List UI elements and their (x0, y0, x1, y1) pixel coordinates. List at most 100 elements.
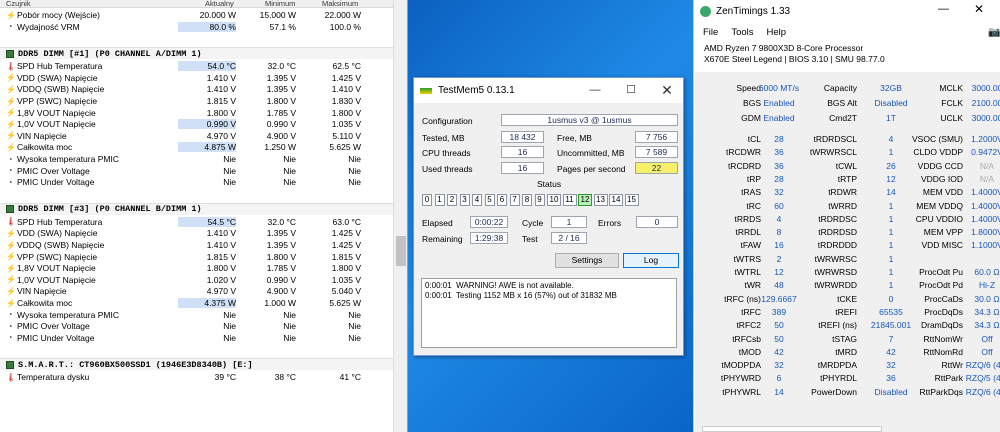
log-textarea[interactable]: 0:00:01 WARNING! AWE is not available. 0… (421, 278, 677, 348)
column-header-current[interactable]: Aktualny (205, 0, 234, 8)
voltage-icon: ⚡ (6, 228, 16, 238)
sensor-row[interactable]: ◔ PMIC Under Voltage Nie Nie Nie (0, 332, 393, 344)
sensor-row[interactable]: ⚡ Pobór mocy (Wejście) 20.000 W 15.000 W 22.… (0, 9, 393, 21)
camera-icon[interactable]: 📷 (988, 27, 1000, 38)
timing-value: 3000.00 (971, 113, 1000, 123)
sensor-row[interactable]: ⚡ VPP (SWC) Napięcie 1.815 V 1.800 V 1.815 V (0, 251, 393, 263)
sensor-row[interactable]: ◔ Wydajność VRM 80.0 % 57.1 % 100.0 % (0, 21, 393, 33)
sensor-group-header[interactable]: DDR5 DIMM [#1] (P0 CHANNEL A/DIMM 1) (0, 47, 393, 60)
settings-button[interactable]: Settings (555, 253, 619, 268)
minimize-icon[interactable]: — (577, 78, 613, 103)
timing-value: 2100.00 (971, 98, 1000, 108)
status-cell: 1 (434, 194, 445, 206)
timing-label: MEM VDD (922, 187, 963, 198)
sensor-maximum: 1.800 V (331, 107, 361, 118)
timing-row: tRCDRD 36 tCWL 26 VDDG CCD N/A (695, 159, 1000, 173)
timing-label: tWTRS (733, 253, 761, 264)
sensor-row[interactable]: ⚡ 1,8V VOUT Napięcie 1.800 V 1.785 V 1.800 V (0, 107, 393, 119)
timing-value: 0.9472V (971, 147, 1000, 158)
sensor-group-header[interactable]: DDR5 DIMM [#3] (P0 CHANNEL B/DIMM 1) (0, 202, 393, 215)
sensor-row[interactable]: ⚡ VDDQ (SWB) Napięcie 1.410 V 1.395 V 1.410 … (0, 83, 393, 95)
hwinfo-sensors-window: Czujnik Aktualny Minimum Maksimum ⚡ Pobór… (0, 0, 408, 432)
timing-label: DramDqDs (920, 320, 963, 331)
sensor-row[interactable]: ⚡ 1,0V VOUT Napięcie 1.020 V 0.990 V 1.035 V (0, 274, 393, 286)
sensor-row[interactable]: ◔ PMIC Over Voltage Nie Nie Nie (0, 165, 393, 177)
scrollbar-thumb[interactable] (396, 236, 406, 266)
system-info: AMD Ryzen 7 9800X3D 8-Core Processor X67… (704, 43, 885, 65)
sensor-minimum: 0.990 V (266, 274, 296, 285)
test-value: 2 / 16 (551, 232, 587, 244)
configuration-field[interactable]: 1usmus v3 @ 1usmus (501, 114, 678, 126)
timing-value: Off (981, 346, 993, 357)
sensor-row[interactable]: ◔ Wysoka temperatura PMIC Nie Nie Nie (0, 153, 393, 165)
sensor-maximum: 5.040 V (331, 286, 361, 297)
sensor-row[interactable]: ⚡ VIN Napięcie 4.970 V 4.900 V 5.110 V (0, 130, 393, 142)
scrollbar[interactable] (393, 0, 407, 432)
close-icon[interactable]: ✕ (649, 78, 685, 103)
timing-value: 42 (774, 346, 784, 357)
maximize-icon[interactable]: ☐ (613, 78, 649, 103)
timing-row: Speed 6000 MT/s Capacity 32GB MCLK 3000.00 (695, 81, 1000, 95)
timing-value: N/A (979, 160, 995, 171)
sensor-label-text: SPD Hub Temperatura (17, 216, 103, 227)
menu-file[interactable]: File (703, 27, 718, 38)
timing-value: 1.4000V (971, 187, 1000, 198)
sensor-row[interactable]: ⚡ VPP (SWC) Napięcie 1.815 V 1.800 V 1.830 V (0, 95, 393, 107)
sensor-row[interactable]: ⚡ 1,0V VOUT Napięcie 0.990 V 0.990 V 1.035 V (0, 118, 393, 130)
menu-tools[interactable]: Tools (731, 27, 753, 38)
timing-label: tRCDWR (726, 147, 761, 158)
uncommitted-label: Uncommitted, MB (557, 148, 625, 158)
sensor-label-text: PMIC Under Voltage (17, 177, 95, 188)
sensor-minimum: Nie (283, 309, 296, 320)
column-header-minimum[interactable]: Minimum (265, 0, 295, 8)
column-header-sensor[interactable]: Czujnik (6, 0, 31, 8)
timing-label: tWRWRSCL (809, 147, 857, 158)
sensor-group-header[interactable]: S.M.A.R.T.: CT960BX500SSD1 (1946E3D8340B… (0, 358, 393, 371)
sensor-row[interactable]: ⚡ VDD (SWA) Napięcie 1.410 V 1.395 V 1.425 V (0, 227, 393, 239)
thermometer-icon: 🌡 (6, 217, 17, 227)
log-button[interactable]: Log (623, 253, 679, 268)
sensor-maximum: Nie (348, 332, 361, 343)
sensor-row[interactable]: 🌡 Temperatura dysku 39 °C 38 °C 41 °C (0, 371, 393, 383)
sensor-row[interactable]: 🌡 SPD Hub Temperatura 54.0 °C 32.0 °C 62.5 °… (0, 60, 393, 72)
sensor-row[interactable]: ⚡ Całkowita moc 4.875 W 1.250 W 5.625 W (0, 141, 393, 153)
timing-label: ProcOdt Pd (919, 280, 963, 291)
timing-value: 129.6667 (761, 293, 797, 304)
timing-label: tRDRDSC (818, 213, 857, 224)
sensor-row[interactable]: ⚡ Całkowita moc 4.375 W 1.000 W 5.625 W (0, 297, 393, 309)
sensor-current: 0.990 V (178, 119, 236, 130)
memory-chip-icon (6, 360, 14, 369)
column-header-maximum[interactable]: Maksimum (322, 0, 358, 8)
sensor-label-text: VIN Napięcie (17, 130, 67, 141)
sensor-row[interactable]: ⚡ VDD (SWA) Napięcie 1.410 V 1.395 V 1.425 V (0, 72, 393, 84)
sensor-row[interactable]: ◔ PMIC Under Voltage Nie Nie Nie (0, 176, 393, 188)
scrollbar[interactable] (702, 426, 882, 432)
sensor-current: 54.0 °C (178, 61, 236, 72)
testmem5-titlebar[interactable]: TestMem5 0.13.1 — ☐ ✕ (414, 78, 683, 103)
timing-row: tRRDS 4 tRDRDSC 1 CPU VDDIO 1.4000V (695, 212, 1000, 226)
sensor-label-text: 1,8V VOUT Napięcie (17, 107, 96, 118)
sensor-row[interactable]: ◔ PMIC Over Voltage Nie Nie Nie (0, 320, 393, 332)
thermometer-icon: 🌡 (6, 61, 17, 71)
sensor-row[interactable]: ◔ Wysoka temperatura PMIC Nie Nie Nie (0, 309, 393, 321)
close-icon[interactable]: ✕ (974, 2, 984, 16)
voltage-icon: ⚡ (6, 108, 16, 118)
timing-label: PowerDown (811, 386, 857, 397)
voltage-icon: ⚡ (6, 240, 16, 250)
sensor-row[interactable]: ⚡ VDDQ (SWB) Napięcie 1.410 V 1.395 V 1.425 … (0, 239, 393, 251)
zentimings-titlebar[interactable]: ZenTimings 1.33 — ✕ (694, 0, 1000, 22)
sensor-row[interactable]: ⚡ 1,8V VOUT Napięcie 1.800 V 1.785 V 1.800 V (0, 262, 393, 274)
timing-label: tREFI (ns) (818, 320, 857, 331)
sensor-minimum: Nie (283, 154, 296, 164)
uncommitted-value: 7 589 (635, 146, 678, 158)
menu-help[interactable]: Help (767, 27, 787, 38)
sensor-maximum: 1.425 V (331, 228, 361, 239)
timing-row: tRRDL 8 tRDRDSD 1 MEM VPP 1.8000V (695, 225, 1000, 239)
minimize-icon[interactable]: — (938, 3, 949, 15)
sensor-minimum: Nie (283, 332, 296, 343)
sensor-row[interactable]: 🌡 SPD Hub Temperatura 54.5 °C 32.0 °C 63.0 °… (0, 216, 393, 228)
sensor-row[interactable]: ⚡ VIN Napięcie 4.970 V 4.900 V 5.040 V (0, 285, 393, 297)
sensor-minimum: 1.250 W (264, 142, 296, 153)
sensor-minimum: Nie (283, 321, 296, 332)
timing-value: 32 (774, 360, 784, 371)
